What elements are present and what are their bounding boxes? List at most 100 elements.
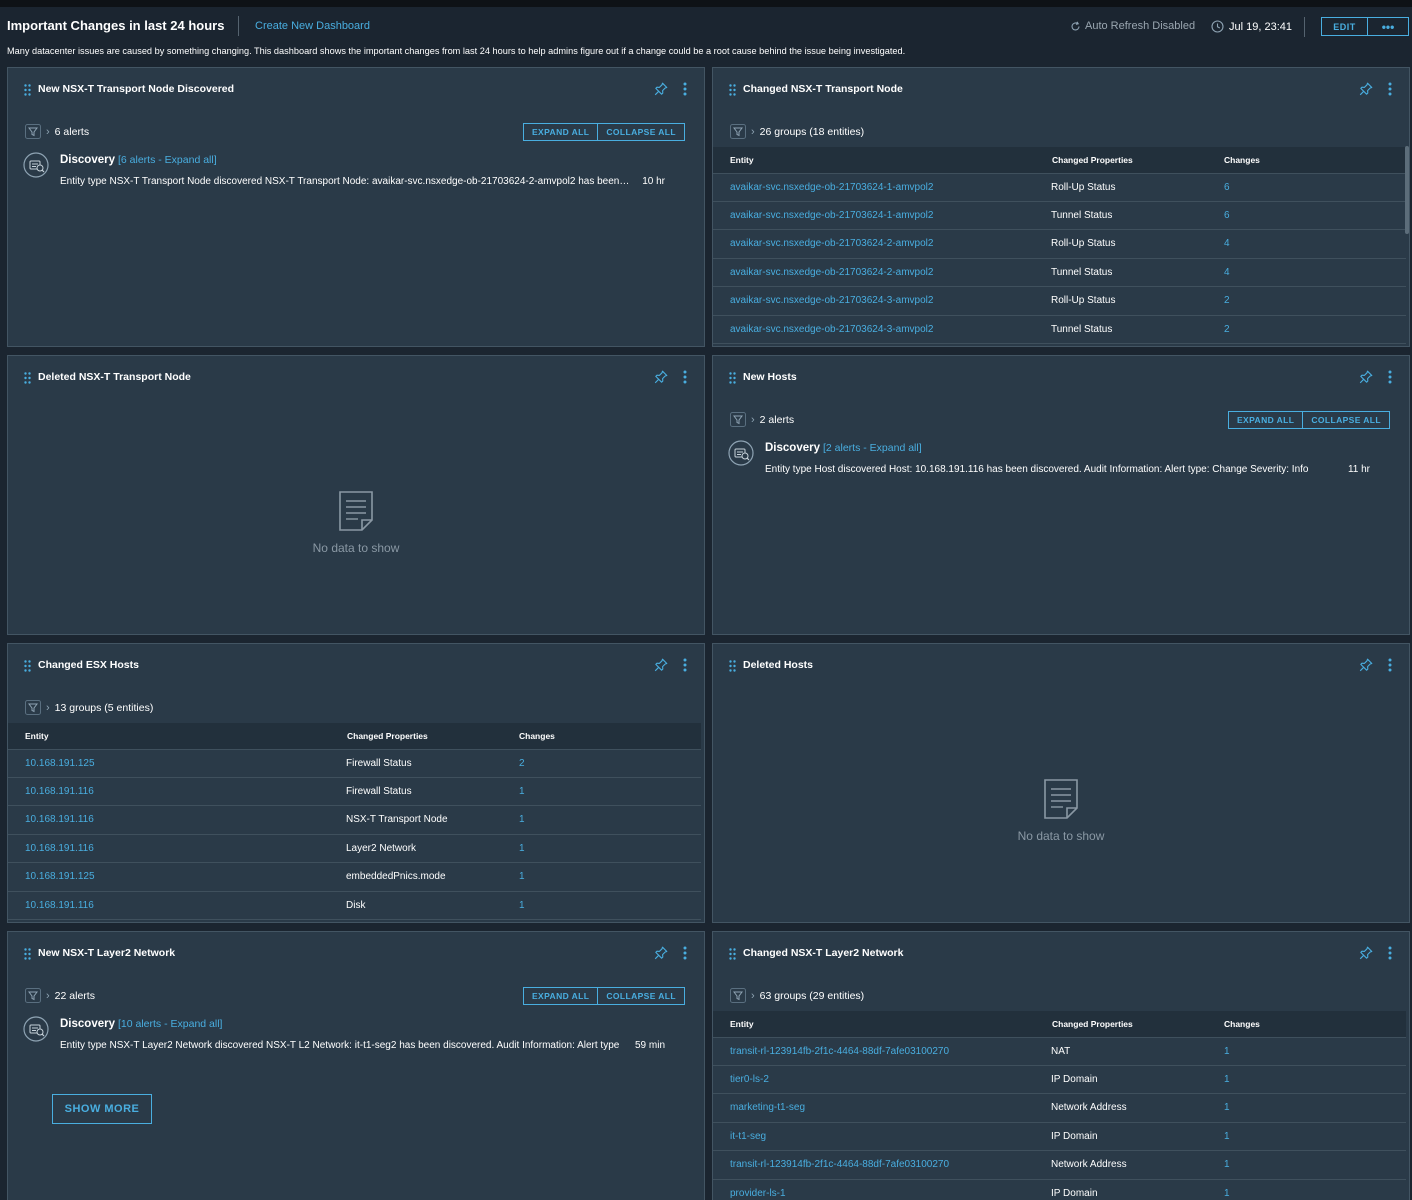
changes-link[interactable]: 1 [1224,1046,1406,1057]
drag-handle-icon[interactable] [729,372,736,384]
table-row[interactable]: avaikar-svc.nsxedge-ob-21703624-2-amvpol… [713,259,1406,287]
auto-refresh-toggle[interactable]: Auto Refresh Disabled [1070,20,1195,32]
table-row[interactable]: avaikar-svc.nsxedge-ob-21703624-2-amvpol… [713,230,1406,259]
pin-icon[interactable] [654,658,668,672]
chevron-right-icon[interactable]: › [751,126,755,138]
entity-link[interactable]: 10.168.191.125 [8,871,346,882]
drag-handle-icon[interactable] [24,372,31,384]
changes-link[interactable]: 1 [519,843,701,854]
pin-icon[interactable] [1359,82,1373,96]
changes-link[interactable]: 1 [1224,1074,1406,1085]
entity-link[interactable]: avaikar-svc.nsxedge-ob-21703624-3-amvpol… [713,295,1051,306]
more-actions-button[interactable]: ••• [1367,17,1409,36]
col-changed-properties[interactable]: Changed Properties [1051,1019,1224,1029]
pin-icon[interactable] [654,82,668,96]
chevron-right-icon[interactable]: › [46,990,50,1002]
chevron-right-icon[interactable]: › [751,414,755,426]
table-row[interactable]: tier0-ls-2 IP Domain 1 [713,1066,1406,1094]
changes-link[interactable]: 6 [1224,182,1406,193]
expand-all-button[interactable]: EXPAND ALL [522,123,599,141]
kebab-menu-icon[interactable] [1388,946,1392,960]
table-row[interactable]: avaikar-svc.nsxedge-ob-21703624-3-amvpol… [713,316,1406,344]
table-row[interactable]: 10.168.191.116 NSX-T Transport Node 1 [8,806,701,835]
drag-handle-icon[interactable] [729,948,736,960]
kebab-menu-icon[interactable] [683,946,687,960]
alert-description[interactable]: Entity type NSX-T Layer2 Network discove… [60,1040,630,1051]
filter-icon[interactable] [25,700,41,715]
changes-link[interactable]: 1 [519,900,701,911]
drag-handle-icon[interactable] [729,84,736,96]
collapse-all-button[interactable]: COLLAPSE ALL [1303,411,1390,429]
table-row[interactable]: transit-rl-123914fb-2f1c-4464-88df-7afe0… [713,1037,1406,1066]
entity-link[interactable]: it-t1-seg [713,1131,1051,1142]
alert-description[interactable]: Entity type NSX-T Transport Node discove… [60,176,630,187]
filter-icon[interactable] [730,124,746,139]
col-entity[interactable]: Entity [8,731,346,741]
pin-icon[interactable] [654,370,668,384]
col-changed-properties[interactable]: Changed Properties [346,731,519,741]
pin-icon[interactable] [1359,658,1373,672]
table-row[interactable]: it-t1-seg IP Domain 1 [713,1123,1406,1151]
changes-link[interactable]: 6 [1224,210,1406,221]
changes-link[interactable]: 1 [519,786,701,797]
entity-link[interactable]: 10.168.191.125 [8,758,346,769]
changes-link[interactable]: 1 [519,814,701,825]
grid-scrollbar[interactable] [1405,146,1409,234]
entity-link[interactable]: avaikar-svc.nsxedge-ob-21703624-2-amvpol… [713,238,1051,249]
pin-icon[interactable] [1359,946,1373,960]
kebab-menu-icon[interactable] [683,82,687,96]
entity-link[interactable]: 10.168.191.116 [8,814,346,825]
table-row[interactable]: provider-ls-1 IP Domain 1 [713,1180,1406,1200]
entity-link[interactable]: avaikar-svc.nsxedge-ob-21703624-1-amvpol… [713,182,1051,193]
show-more-button[interactable]: SHOW MORE [52,1094,152,1124]
changes-link[interactable]: 4 [1224,238,1406,249]
entity-link[interactable]: 10.168.191.116 [8,900,346,911]
expand-all-button[interactable]: EXPAND ALL [1227,411,1304,429]
entity-link[interactable]: avaikar-svc.nsxedge-ob-21703624-3-amvpol… [713,324,1051,335]
kebab-menu-icon[interactable] [1388,370,1392,384]
time-range-picker[interactable]: Jul 19, 23:41 [1211,20,1292,33]
entity-link[interactable]: avaikar-svc.nsxedge-ob-21703624-2-amvpol… [713,267,1051,278]
table-row[interactable]: transit-rl-123914fb-2f1c-4464-88df-7afe0… [713,1151,1406,1180]
table-row[interactable]: 10.168.191.116 Layer2 Network 1 [8,835,701,863]
kebab-menu-icon[interactable] [1388,658,1392,672]
create-new-dashboard-link[interactable]: Create New Dashboard [255,20,370,32]
expand-alerts-link[interactable]: [2 alerts - Expand all] [823,442,922,454]
col-entity[interactable]: Entity [713,1019,1051,1029]
col-changes[interactable]: Changes [1224,1019,1406,1029]
filter-icon[interactable] [25,988,41,1003]
changes-link[interactable]: 1 [1224,1131,1406,1142]
pin-icon[interactable] [654,946,668,960]
entity-link[interactable]: transit-rl-123914fb-2f1c-4464-88df-7afe0… [713,1159,1051,1170]
entity-link[interactable]: provider-ls-1 [713,1188,1051,1199]
table-row[interactable]: 10.168.191.125 Firewall Status 2 [8,749,701,778]
changes-link[interactable]: 4 [1224,267,1406,278]
kebab-menu-icon[interactable] [683,370,687,384]
entity-link[interactable]: 10.168.191.116 [8,786,346,797]
chevron-right-icon[interactable]: › [46,702,50,714]
filter-icon[interactable] [730,988,746,1003]
changes-link[interactable]: 1 [1224,1159,1406,1170]
table-row[interactable]: 10.168.191.125 embeddedPnics.mode 1 [8,863,701,892]
filter-icon[interactable] [25,124,41,139]
expand-alerts-link[interactable]: [6 alerts - Expand all] [118,154,217,166]
table-row[interactable]: 10.168.191.116 Firewall Status 1 [8,778,701,806]
expand-all-button[interactable]: EXPAND ALL [522,987,599,1005]
drag-handle-icon[interactable] [24,948,31,960]
drag-handle-icon[interactable] [24,660,31,672]
table-row[interactable]: 10.168.191.116 Disk 1 [8,892,701,920]
col-changes[interactable]: Changes [519,731,701,741]
changes-link[interactable]: 1 [1224,1188,1406,1199]
table-row[interactable]: marketing-t1-seg Network Address 1 [713,1094,1406,1123]
collapse-all-button[interactable]: COLLAPSE ALL [598,123,685,141]
entity-link[interactable]: 10.168.191.116 [8,843,346,854]
chevron-right-icon[interactable]: › [751,990,755,1002]
changes-link[interactable]: 1 [519,871,701,882]
drag-handle-icon[interactable] [729,660,736,672]
chevron-right-icon[interactable]: › [46,126,50,138]
table-row[interactable]: avaikar-svc.nsxedge-ob-21703624-1-amvpol… [713,173,1406,202]
pin-icon[interactable] [1359,370,1373,384]
changes-link[interactable]: 2 [519,758,701,769]
entity-link[interactable]: avaikar-svc.nsxedge-ob-21703624-1-amvpol… [713,210,1051,221]
drag-handle-icon[interactable] [24,84,31,96]
